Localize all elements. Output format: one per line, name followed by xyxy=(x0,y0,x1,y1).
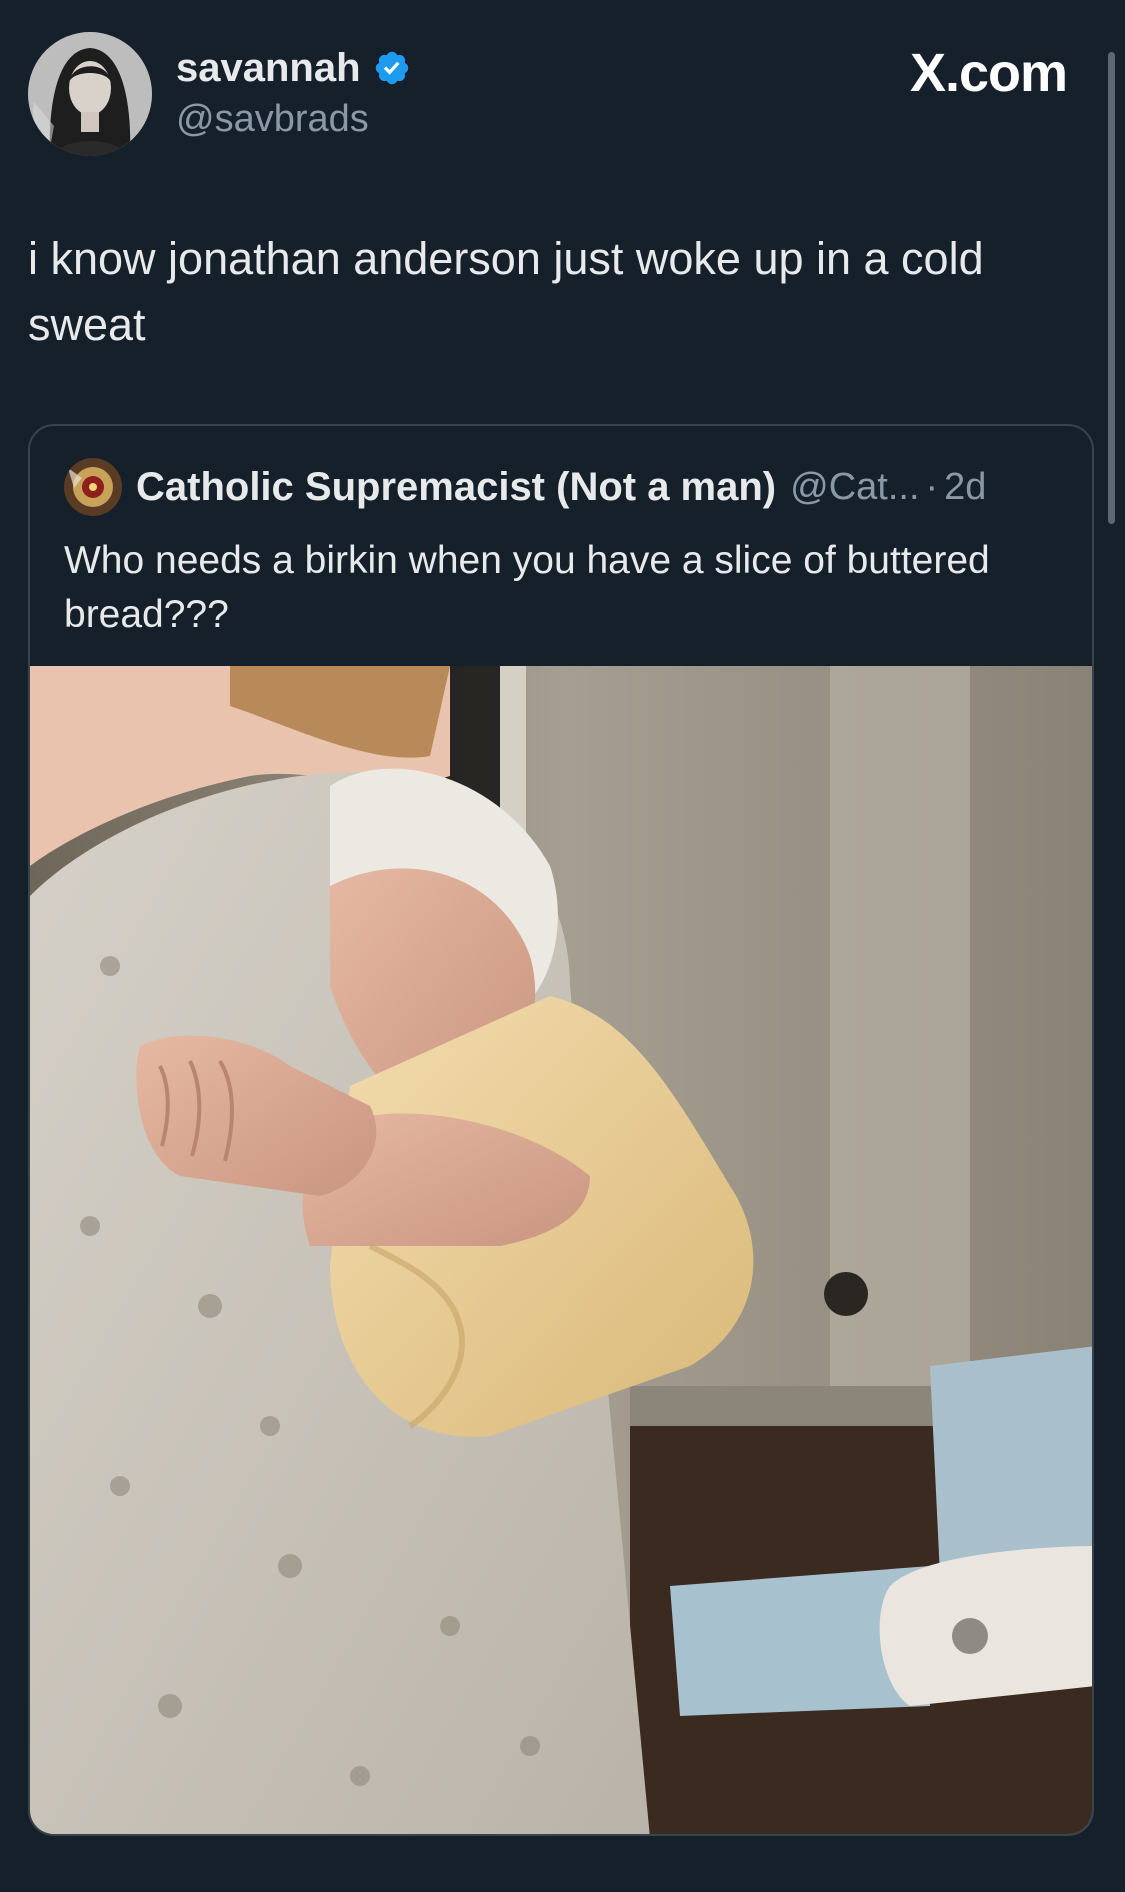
author-avatar[interactable] xyxy=(28,32,152,156)
author-display-name[interactable]: savannah xyxy=(176,44,361,92)
quoted-tweet-card[interactable]: Catholic Supremacist (Not a man) @Cat...… xyxy=(28,424,1094,1836)
scrollbar[interactable] xyxy=(1108,52,1115,524)
author-name-row: savannah xyxy=(176,44,411,92)
quoted-timestamp[interactable]: 2d xyxy=(944,466,986,509)
tweet-text: i know jonathan anderson just woke up in… xyxy=(28,233,984,350)
tweet-header: savannah @savbrads X.com xyxy=(0,0,1125,200)
quoted-author-name[interactable]: Catholic Supremacist (Not a man) xyxy=(136,465,776,510)
quoted-tweet-text: Who needs a birkin when you have a slice… xyxy=(64,539,990,636)
verified-badge-icon xyxy=(373,49,411,87)
timestamp-separator: · xyxy=(925,465,939,508)
quoted-author-handle[interactable]: @Cat... xyxy=(790,466,919,509)
author-handle[interactable]: @savbrads xyxy=(176,96,369,142)
quoted-tweet-photo[interactable] xyxy=(30,666,1092,1834)
quoted-tweet-header: Catholic Supremacist (Not a man) @Cat...… xyxy=(64,458,986,516)
brand-watermark: X.com xyxy=(909,43,1068,103)
quoted-author-avatar[interactable] xyxy=(64,458,122,516)
